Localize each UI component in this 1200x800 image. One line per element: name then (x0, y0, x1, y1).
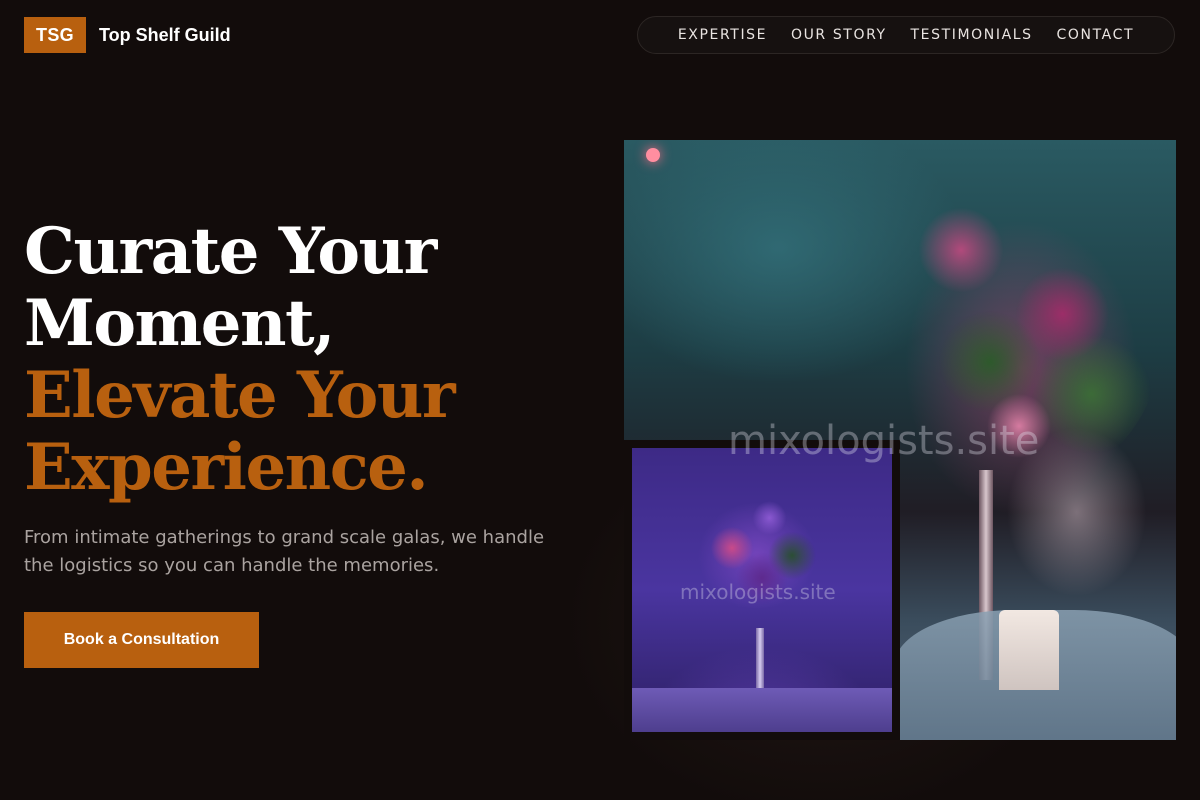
headline-line-1: Curate Your (24, 214, 437, 289)
logo-badge: TSG (24, 17, 86, 53)
headline-accent-line-1: Elevate Your (24, 358, 456, 433)
nav-link-our-story[interactable]: OUR STORY (791, 27, 887, 43)
brand-name: Top Shelf Guild (99, 24, 231, 45)
watermark-small: mixologists.site (680, 580, 836, 604)
headline-line-2: Moment, (24, 286, 335, 361)
table-setting (632, 688, 892, 732)
headline-accent-line-2: Experience. (24, 430, 429, 505)
hero-subtitle: From intimate gatherings to grand scale … (24, 527, 545, 576)
candle (999, 610, 1059, 690)
nav-link-expertise[interactable]: EXPERTISE (678, 27, 767, 43)
nav-link-contact[interactable]: CONTACT (1057, 27, 1135, 43)
lantern-light (646, 148, 660, 162)
watermark-large: mixologists.site (728, 418, 1040, 464)
purple-bouquet (687, 488, 837, 638)
nav-link-testimonials[interactable]: TESTIMONIALS (911, 27, 1033, 43)
hero-headline: Curate Your Moment, Elevate Your Experie… (24, 216, 584, 504)
book-consultation-button[interactable]: Book a Consultation (24, 612, 259, 668)
main-nav: EXPERTISE OUR STORY TESTIMONIALS CONTACT (637, 16, 1175, 54)
logo[interactable]: TSG Top Shelf Guild (24, 17, 231, 53)
